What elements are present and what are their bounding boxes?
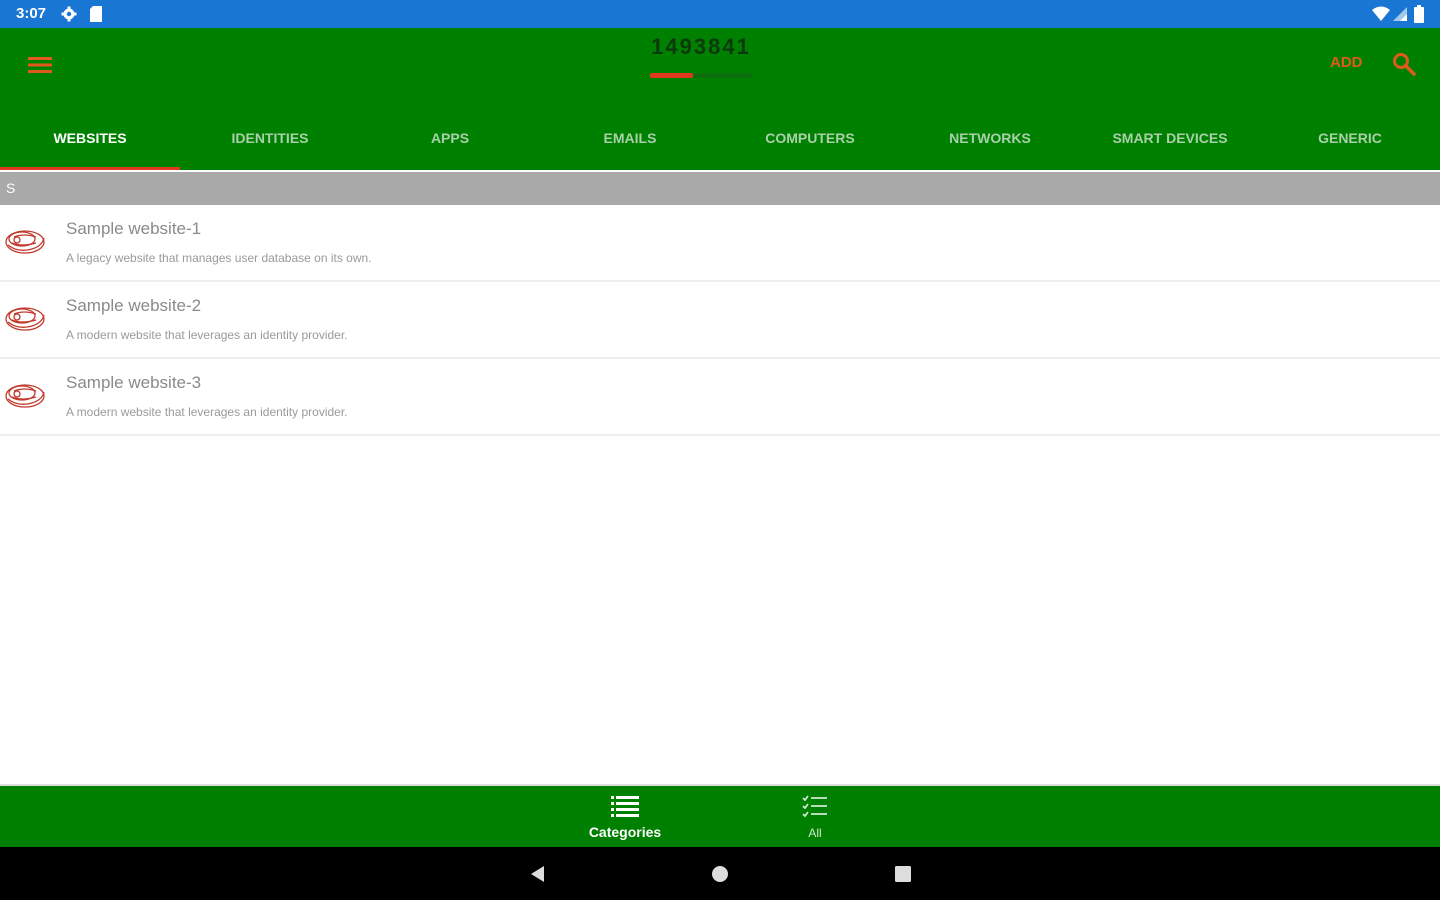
- item-title: Sample website-1: [66, 219, 202, 238]
- app-bar: 1493841 ADD WEBSITES IDENTITIES APPS EMA…: [0, 28, 1440, 170]
- battery-icon: [1414, 5, 1424, 23]
- section-header: S: [0, 172, 1440, 205]
- website-list: Sample website-1 A legacy website that m…: [0, 205, 1440, 436]
- tab-smart-devices[interactable]: SMART DEVICES: [1080, 106, 1260, 170]
- list-icon: [611, 796, 639, 817]
- item-description: A modern website that leverages an ident…: [66, 405, 348, 419]
- list-item[interactable]: Sample website-3 A modern website that l…: [0, 359, 1440, 436]
- status-bar: 3:07: [0, 0, 1440, 28]
- nav-categories[interactable]: Categories: [555, 786, 695, 849]
- bottom-navigation: Categories All: [0, 784, 1440, 849]
- sd-card-icon: [90, 6, 102, 22]
- tab-identities[interactable]: IDENTITIES: [180, 106, 360, 170]
- website-doodle-icon: [5, 307, 45, 331]
- nav-categories-label: Categories: [588, 824, 662, 840]
- list-item[interactable]: Sample website-2 A modern website that l…: [0, 282, 1440, 359]
- system-navigation-bar: [0, 847, 1440, 900]
- title-progress-fill: [650, 73, 693, 78]
- tab-generic[interactable]: GENERIC: [1260, 106, 1440, 170]
- back-icon[interactable]: [528, 864, 548, 884]
- page-title: 1493841: [651, 34, 751, 59]
- title-progress-bar: [650, 73, 752, 78]
- tab-networks[interactable]: NETWORKS: [900, 106, 1080, 170]
- signal-icon: [1393, 7, 1407, 21]
- tab-emails[interactable]: EMAILS: [540, 106, 720, 170]
- wifi-icon: [1372, 6, 1390, 21]
- recent-apps-icon[interactable]: [893, 864, 913, 884]
- home-icon[interactable]: [710, 864, 730, 884]
- tab-apps[interactable]: APPS: [360, 106, 540, 170]
- list-item[interactable]: Sample website-1 A legacy website that m…: [0, 205, 1440, 282]
- tab-websites[interactable]: WEBSITES: [0, 106, 180, 170]
- status-time: 3:07: [16, 5, 47, 22]
- checklist-icon: [802, 795, 827, 818]
- nav-all[interactable]: All: [745, 786, 885, 849]
- item-description: A modern website that leverages an ident…: [66, 328, 348, 342]
- website-doodle-icon: [5, 230, 45, 254]
- settings-gear-icon: [61, 6, 77, 22]
- item-title: Sample website-3: [66, 373, 202, 392]
- tab-computers[interactable]: COMPUTERS: [720, 106, 900, 170]
- category-tabs: WEBSITES IDENTITIES APPS EMAILS COMPUTER…: [0, 106, 1440, 170]
- item-title: Sample website-2: [66, 296, 202, 315]
- menu-icon[interactable]: [28, 56, 52, 74]
- nav-all-label: All: [808, 826, 822, 840]
- website-doodle-icon: [5, 384, 45, 408]
- item-description: A legacy website that manages user datab…: [66, 251, 372, 265]
- search-icon[interactable]: [1392, 52, 1416, 76]
- add-button[interactable]: ADD: [1330, 54, 1363, 71]
- section-letter: S: [6, 180, 16, 196]
